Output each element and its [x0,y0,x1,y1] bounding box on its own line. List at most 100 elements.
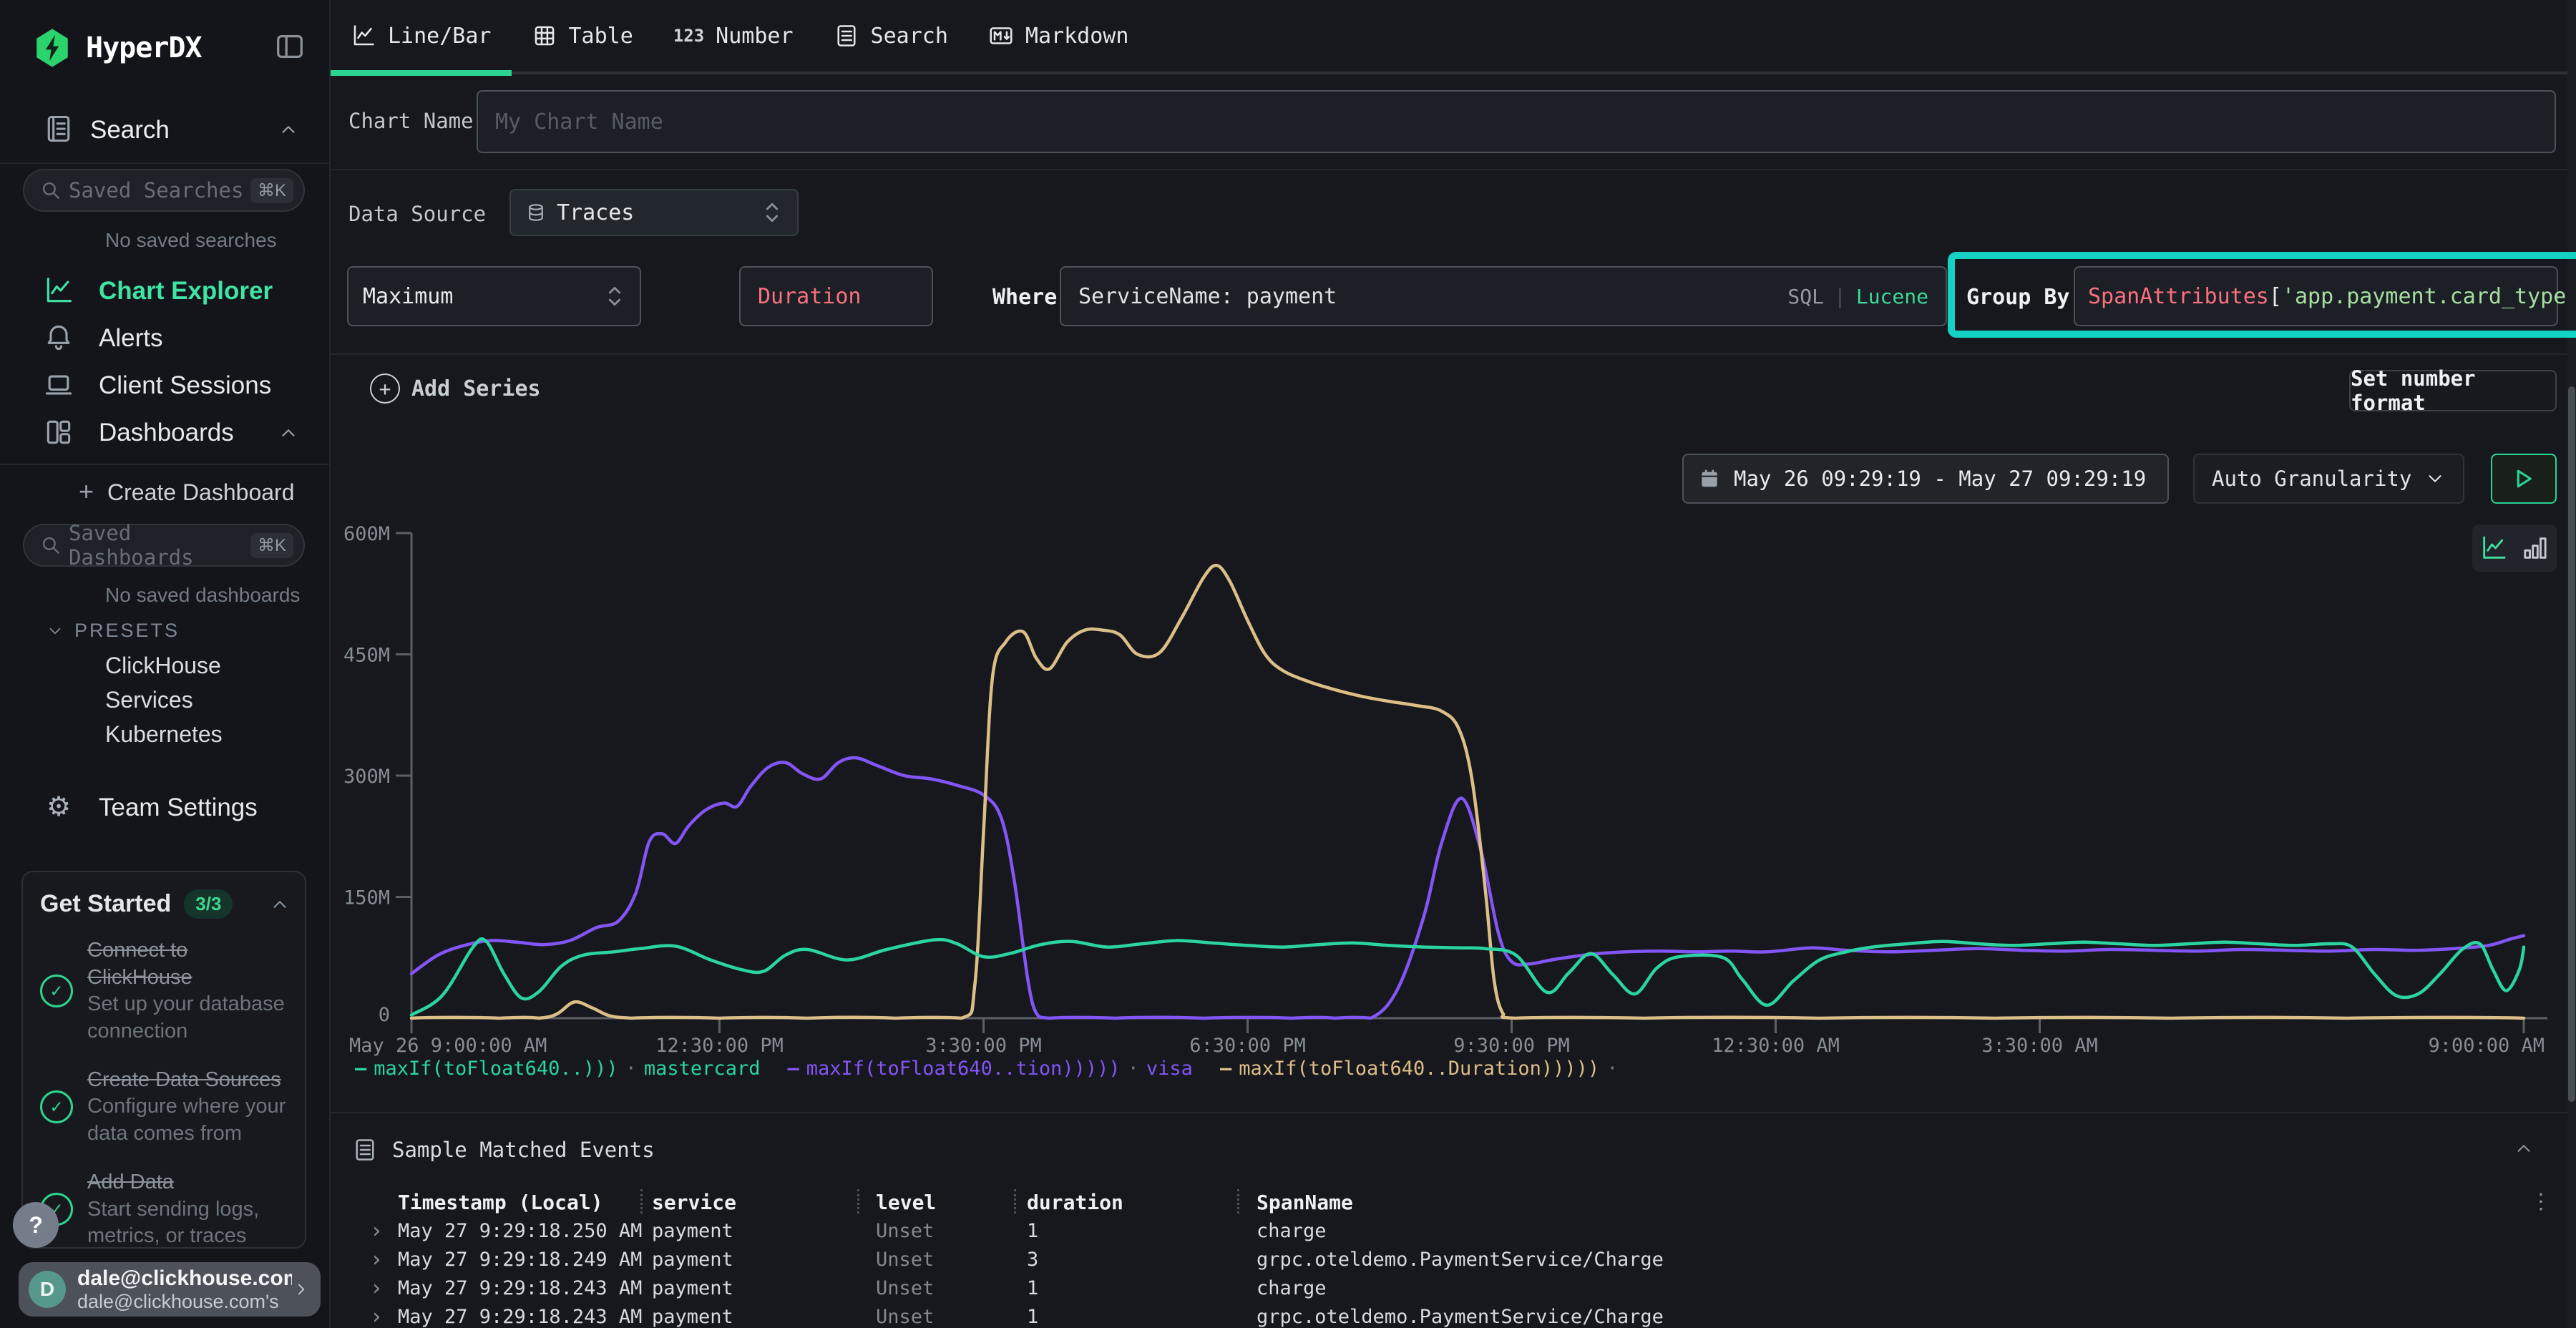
search-section-icon [43,113,74,145]
tab-table[interactable]: Table [512,0,653,73]
bell-icon [43,322,74,353]
sidebar-collapse-icon[interactable] [273,30,306,63]
sidebar-item-chart-explorer[interactable]: Chart Explorer [0,275,329,309]
group-by-input[interactable]: SpanAttributes['app.payment.card_type'] [2074,266,2558,326]
preset-services[interactable]: Services [105,687,193,713]
user-subtitle: dale@clickhouse.com's [77,1291,292,1313]
get-started-item-desc: Set up your database connection [87,991,286,1045]
line-chart-toggle-icon[interactable] [2479,534,2508,562]
column-resize-handle[interactable] [1014,1189,1016,1214]
get-started-item[interactable]: ✓ Create Data Sources Configure where yo… [40,1067,291,1148]
where-input[interactable]: ServiceName: payment SQL | Lucene [1060,266,1947,326]
granularity-select[interactable]: Auto Granularity [2193,454,2464,504]
row-expand-icon[interactable]: › [370,1304,398,1328]
get-started-item-desc: Start sending logs, metrics, or traces [87,1196,286,1250]
tab-label: Markdown [1025,24,1129,49]
legend-separator: · [1128,1058,1139,1080]
preset-clickhouse[interactable]: ClickHouse [105,653,221,679]
sidebar-item-dashboards[interactable]: Dashboards [0,416,329,451]
event-cell: Unset [876,1249,1027,1271]
dashboards-icon [43,416,74,448]
column-spanname[interactable]: SpanName [1257,1191,1353,1214]
tab-search[interactable]: Search [814,0,968,73]
divider [331,169,2576,170]
get-started-title: Get Started [40,890,171,918]
date-range-picker[interactable]: May 26 09:29:19 - May 27 09:29:19 [1682,454,2169,504]
preset-kubernetes[interactable]: Kubernetes [105,721,223,748]
get-started-item-title: Connect to ClickHouse [87,937,286,991]
event-row[interactable]: ›May 27 9:29:18.249 AMpaymentUnset3grpc.… [370,1245,2560,1274]
field-value: Duration [758,284,862,309]
legend-item-visa[interactable]: — maxIf(toFloat640..tion))))) · visa [787,1058,1192,1080]
run-query-button[interactable] [2491,454,2557,504]
divider [331,1112,2576,1113]
chart-name-label: Chart Name [348,109,474,133]
svg-text:600M: 600M [343,523,390,545]
legend-item-empty-group[interactable]: — maxIf(toFloat640..Duration))))) · [1220,1058,1618,1080]
event-row[interactable]: ›May 27 9:29:18.250 AMpaymentUnset1charg… [370,1216,2560,1245]
tab-number[interactable]: 123 Number [653,0,814,73]
scrollbar-thumb[interactable] [2568,386,2575,1102]
saved-searches-input[interactable]: Saved Searches ⌘K [23,169,305,212]
legend-group-name: mastercard [644,1058,761,1080]
divider [331,353,2576,355]
team-settings-label: Team Settings [99,794,258,822]
no-saved-dashboards-text: No saved dashboards [105,584,300,607]
lucene-toggle-option[interactable]: Lucene [1856,285,1928,308]
events-table-body: ›May 27 9:29:18.250 AMpaymentUnset1charg… [370,1216,2560,1328]
event-cell: 1 [1027,1220,1257,1242]
add-series-button[interactable]: + Add Series [370,374,541,404]
column-resize-handle[interactable] [857,1189,859,1214]
sample-events-header: Sample Matched Events [352,1131,2576,1169]
row-expand-icon[interactable]: › [370,1276,398,1301]
data-source-value: Traces [557,200,634,225]
event-row[interactable]: ›May 27 9:29:18.243 AMpaymentUnset1charg… [370,1274,2560,1302]
bracket: [ [2269,284,2282,309]
column-resize-handle[interactable] [1237,1189,1239,1214]
chevron-up-icon[interactable] [278,422,299,444]
svg-text:12:30:00 PM: 12:30:00 PM [655,1035,784,1057]
saved-dashboards-input[interactable]: Saved Dashboards ⌘K [23,524,305,567]
sql-toggle-option[interactable]: SQL [1787,285,1824,308]
table-options-icon[interactable]: ⋮ [2530,1189,2552,1214]
column-timestamp[interactable]: Timestamp (Local) [398,1191,603,1214]
get-started-item[interactable]: ✓ Connect to ClickHouse Set up your data… [40,937,291,1045]
column-level[interactable]: level [876,1191,936,1214]
timeseries-chart[interactable]: 0150M300M450M600MMay 26 9:00:00 AM12:30:… [0,0,2576,1328]
event-cell: payment [652,1306,876,1328]
collapse-chevron-icon[interactable] [2513,1138,2534,1159]
sidebar-item-alerts[interactable]: Alerts [0,322,329,356]
chevron-up-icon[interactable] [269,894,291,915]
aggregation-select[interactable]: Maximum [347,266,641,326]
chevron-up-icon[interactable] [278,119,299,140]
sidebar-item-team-settings[interactable]: ⚙ Team Settings [0,791,329,826]
chevron-down-icon [46,622,64,640]
set-number-format-button[interactable]: Set number format [2349,370,2557,411]
tab-line-bar[interactable]: Line/Bar [331,0,512,73]
sidebar-item-client-sessions[interactable]: Client Sessions [0,369,329,404]
row-expand-icon[interactable]: › [370,1247,398,1272]
user-menu[interactable]: D dale@clickhouse.com dale@clickhouse.co… [19,1262,321,1317]
chart-name-input[interactable]: My Chart Name [477,90,2556,153]
svg-text:3:30:00 AM: 3:30:00 AM [1981,1035,2098,1057]
tab-markdown[interactable]: Markdown [968,0,1149,73]
create-dashboard-button[interactable]: + Create Dashboard [0,477,329,508]
scrollbar-track[interactable] [2567,0,2576,1328]
field-input[interactable]: Duration [739,266,933,326]
row-expand-icon[interactable]: › [370,1219,398,1244]
help-button[interactable]: ? [13,1202,59,1248]
select-arrows-icon [604,283,625,310]
event-row[interactable]: ›May 27 9:29:18.243 AMpaymentUnset1grpc.… [370,1302,2560,1328]
column-resize-handle[interactable] [640,1189,643,1214]
data-source-select[interactable]: Traces [509,189,799,236]
group-by-function: SpanAttributes [2088,284,2269,309]
presets-toggle[interactable]: PRESETS [46,620,180,642]
bar-chart-toggle-icon[interactable] [2521,534,2550,562]
sidebar-section-search[interactable]: Search [0,112,329,147]
get-started-item[interactable]: ✓ Add Data Start sending logs, metrics, … [40,1169,291,1250]
check-circle-icon: ✓ [40,975,73,1007]
column-duration[interactable]: duration [1027,1191,1123,1214]
chevron-right-icon [292,1280,311,1299]
legend-item-mastercard[interactable]: — maxIf(toFloat640..))) · mastercard [355,1058,760,1080]
column-service[interactable]: service [652,1191,736,1214]
